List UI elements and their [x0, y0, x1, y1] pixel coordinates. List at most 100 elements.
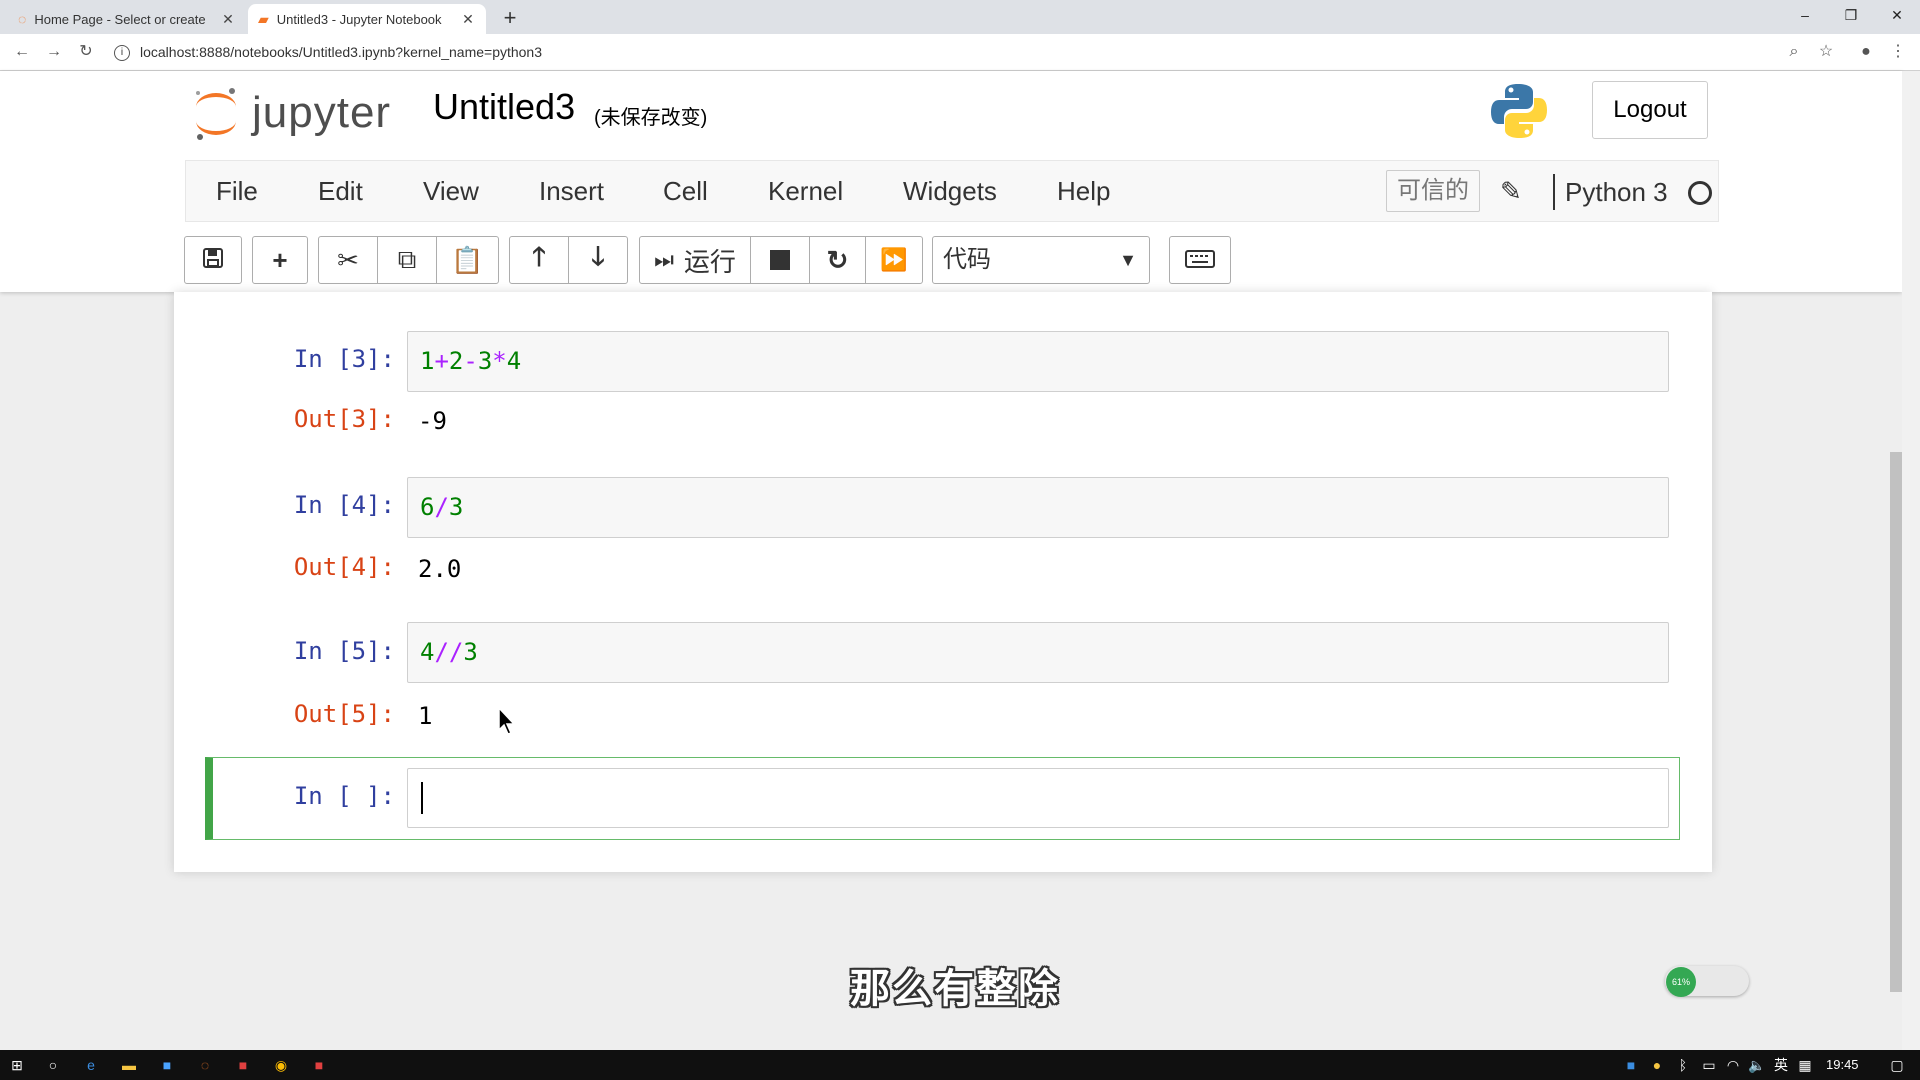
- jupyter-logo-text: jupyter: [252, 88, 392, 137]
- taskbar-clock[interactable]: 19:45: [1826, 1052, 1859, 1078]
- forward-arrow-icon[interactable]: →: [42, 40, 66, 64]
- insert-cell-button[interactable]: +: [252, 236, 308, 284]
- bookmark-star-icon[interactable]: ☆: [1814, 40, 1838, 64]
- copy-button[interactable]: ⧉: [377, 236, 437, 284]
- notification-icon[interactable]: ▢: [1886, 1054, 1908, 1076]
- profile-icon[interactable]: ●: [1854, 40, 1878, 64]
- url-text: localhost:8888/notebooks/Untitled3.ipynb…: [140, 44, 543, 60]
- app-icon[interactable]: ■: [232, 1054, 254, 1076]
- bluetooth-icon[interactable]: ᛒ: [1672, 1054, 1694, 1076]
- pencil-edit-icon[interactable]: ✎: [1500, 176, 1522, 207]
- page-scrollbar[interactable]: [1902, 71, 1920, 1051]
- browser-menu-icon[interactable]: ⋮: [1886, 40, 1910, 64]
- browser-toolbar: ← → ↻ i localhost:8888/notebooks/Untitled…: [0, 34, 1920, 71]
- code-token: 4: [506, 347, 522, 375]
- minimize-button[interactable]: –: [1782, 0, 1828, 30]
- run-icon: ⏭: [654, 247, 674, 272]
- search-icon[interactable]: ○: [42, 1054, 64, 1076]
- video-subtitle: 那么有整除: [850, 967, 1060, 1011]
- ime-mode-icon[interactable]: ▦: [1794, 1054, 1816, 1076]
- back-arrow-icon[interactable]: ←: [10, 40, 34, 64]
- file-explorer-icon[interactable]: ▬: [118, 1054, 140, 1076]
- code-cell-input[interactable]: 6/3: [407, 477, 1669, 538]
- code-token: +: [434, 347, 449, 375]
- code-token: -: [463, 347, 478, 375]
- restore-button[interactable]: ❐: [1828, 0, 1874, 30]
- text-cursor: [421, 782, 423, 814]
- logout-button[interactable]: Logout: [1592, 81, 1708, 139]
- menu-bar: File Edit View Insert Cell Kernel Widget…: [185, 160, 1719, 222]
- jupyter-logo[interactable]: jupyter: [192, 85, 391, 141]
- browser-tab-notebook[interactable]: ▰ Untitled3 - Jupyter Notebook ✕: [248, 4, 486, 34]
- cell-input-prompt: In [3]:: [293, 345, 395, 373]
- save-button[interactable]: [184, 236, 242, 284]
- cell-type-value: 代码: [943, 246, 991, 273]
- zoom-icon[interactable]: ⌕: [1782, 40, 1806, 64]
- windows-start-icon[interactable]: ⊞: [6, 1054, 28, 1076]
- menu-cell[interactable]: Cell: [663, 161, 708, 221]
- browser-tab-home[interactable]: ◌ Home Page - Select or create ✕: [8, 4, 246, 34]
- fast-forward-icon: ⏩: [880, 247, 908, 272]
- cell-output-prompt: Out[3]:: [293, 405, 395, 433]
- recorder-icon[interactable]: ■: [308, 1054, 330, 1076]
- code-cell-input[interactable]: 1+2-3*4: [407, 331, 1669, 392]
- site-info-icon[interactable]: i: [114, 45, 130, 62]
- plus-icon: +: [272, 244, 288, 275]
- menu-kernel[interactable]: Kernel: [768, 161, 843, 221]
- code-cell-input[interactable]: 4//3: [407, 622, 1669, 683]
- restart-button[interactable]: ↻: [809, 236, 866, 284]
- move-down-button[interactable]: 🡓: [568, 236, 628, 284]
- menu-edit[interactable]: Edit: [318, 161, 363, 221]
- scrollbar-thumb[interactable]: [1890, 452, 1902, 992]
- paste-button[interactable]: 📋: [436, 236, 499, 284]
- notebook-favicon-icon: ▰: [258, 10, 269, 27]
- python-logo-icon: [1491, 84, 1547, 138]
- close-icon[interactable]: ✕: [460, 11, 476, 28]
- cell-output-prompt: Out[4]:: [293, 553, 395, 581]
- interrupt-button[interactable]: [750, 236, 810, 284]
- battery-icon[interactable]: ▭: [1698, 1054, 1720, 1076]
- volume-icon[interactable]: 🔈: [1746, 1054, 1768, 1076]
- command-palette-button[interactable]: [1169, 236, 1231, 284]
- jupyter-taskbar-icon[interactable]: ◌: [194, 1054, 216, 1076]
- tray-icon[interactable]: ■: [1620, 1054, 1642, 1076]
- chrome-icon[interactable]: ◉: [270, 1054, 292, 1076]
- save-icon: [202, 245, 224, 276]
- cut-button[interactable]: ✂: [318, 236, 378, 284]
- jupyter-favicon-icon: ◌: [18, 11, 27, 27]
- menu-help[interactable]: Help: [1057, 161, 1110, 221]
- code-token: //: [434, 638, 464, 666]
- restart-run-all-button[interactable]: ⏩: [865, 236, 923, 284]
- close-icon[interactable]: ✕: [220, 11, 236, 28]
- menu-file[interactable]: File: [216, 161, 258, 221]
- move-up-button[interactable]: 🡑: [509, 236, 569, 284]
- arrow-up-icon: 🡑: [532, 241, 546, 271]
- window-close-button[interactable]: ✕: [1874, 0, 1920, 30]
- app-icon[interactable]: ■: [156, 1054, 178, 1076]
- cell-input-prompt: In [5]:: [293, 637, 395, 665]
- browser-tab-bar: ◌ Home Page - Select or create ✕ ▰ Untit…: [0, 0, 1920, 34]
- menu-insert[interactable]: Insert: [539, 161, 604, 221]
- cell-type-select[interactable]: 代码 ▼: [932, 236, 1150, 284]
- reload-icon[interactable]: ↻: [74, 40, 98, 64]
- run-button[interactable]: ⏭ 运行: [639, 236, 751, 284]
- menu-widgets[interactable]: Widgets: [903, 161, 997, 221]
- active-cell-input[interactable]: [407, 768, 1669, 828]
- cell-output-prompt: Out[5]:: [293, 700, 395, 728]
- tray-icon[interactable]: ●: [1646, 1054, 1668, 1076]
- new-tab-button[interactable]: +: [496, 4, 524, 32]
- copy-icon: ⧉: [397, 244, 417, 274]
- arrow-down-icon: 🡓: [591, 241, 605, 271]
- wifi-icon[interactable]: ◠: [1722, 1054, 1744, 1076]
- paste-icon: 📋: [451, 244, 484, 275]
- code-token: 6: [420, 493, 435, 521]
- address-bar[interactable]: i localhost:8888/notebooks/Untitled3.ipyn…: [114, 40, 1814, 64]
- notebook-name[interactable]: Untitled3: [433, 86, 575, 128]
- kernel-name[interactable]: Python 3: [1565, 174, 1668, 210]
- edge-browser-icon[interactable]: e: [80, 1054, 102, 1076]
- ime-indicator[interactable]: 英: [1770, 1054, 1792, 1076]
- restart-icon: ↻: [826, 244, 849, 275]
- speed-percent: 61%: [1666, 967, 1696, 997]
- menu-view[interactable]: View: [423, 161, 479, 221]
- trusted-indicator[interactable]: 可信的: [1386, 170, 1480, 212]
